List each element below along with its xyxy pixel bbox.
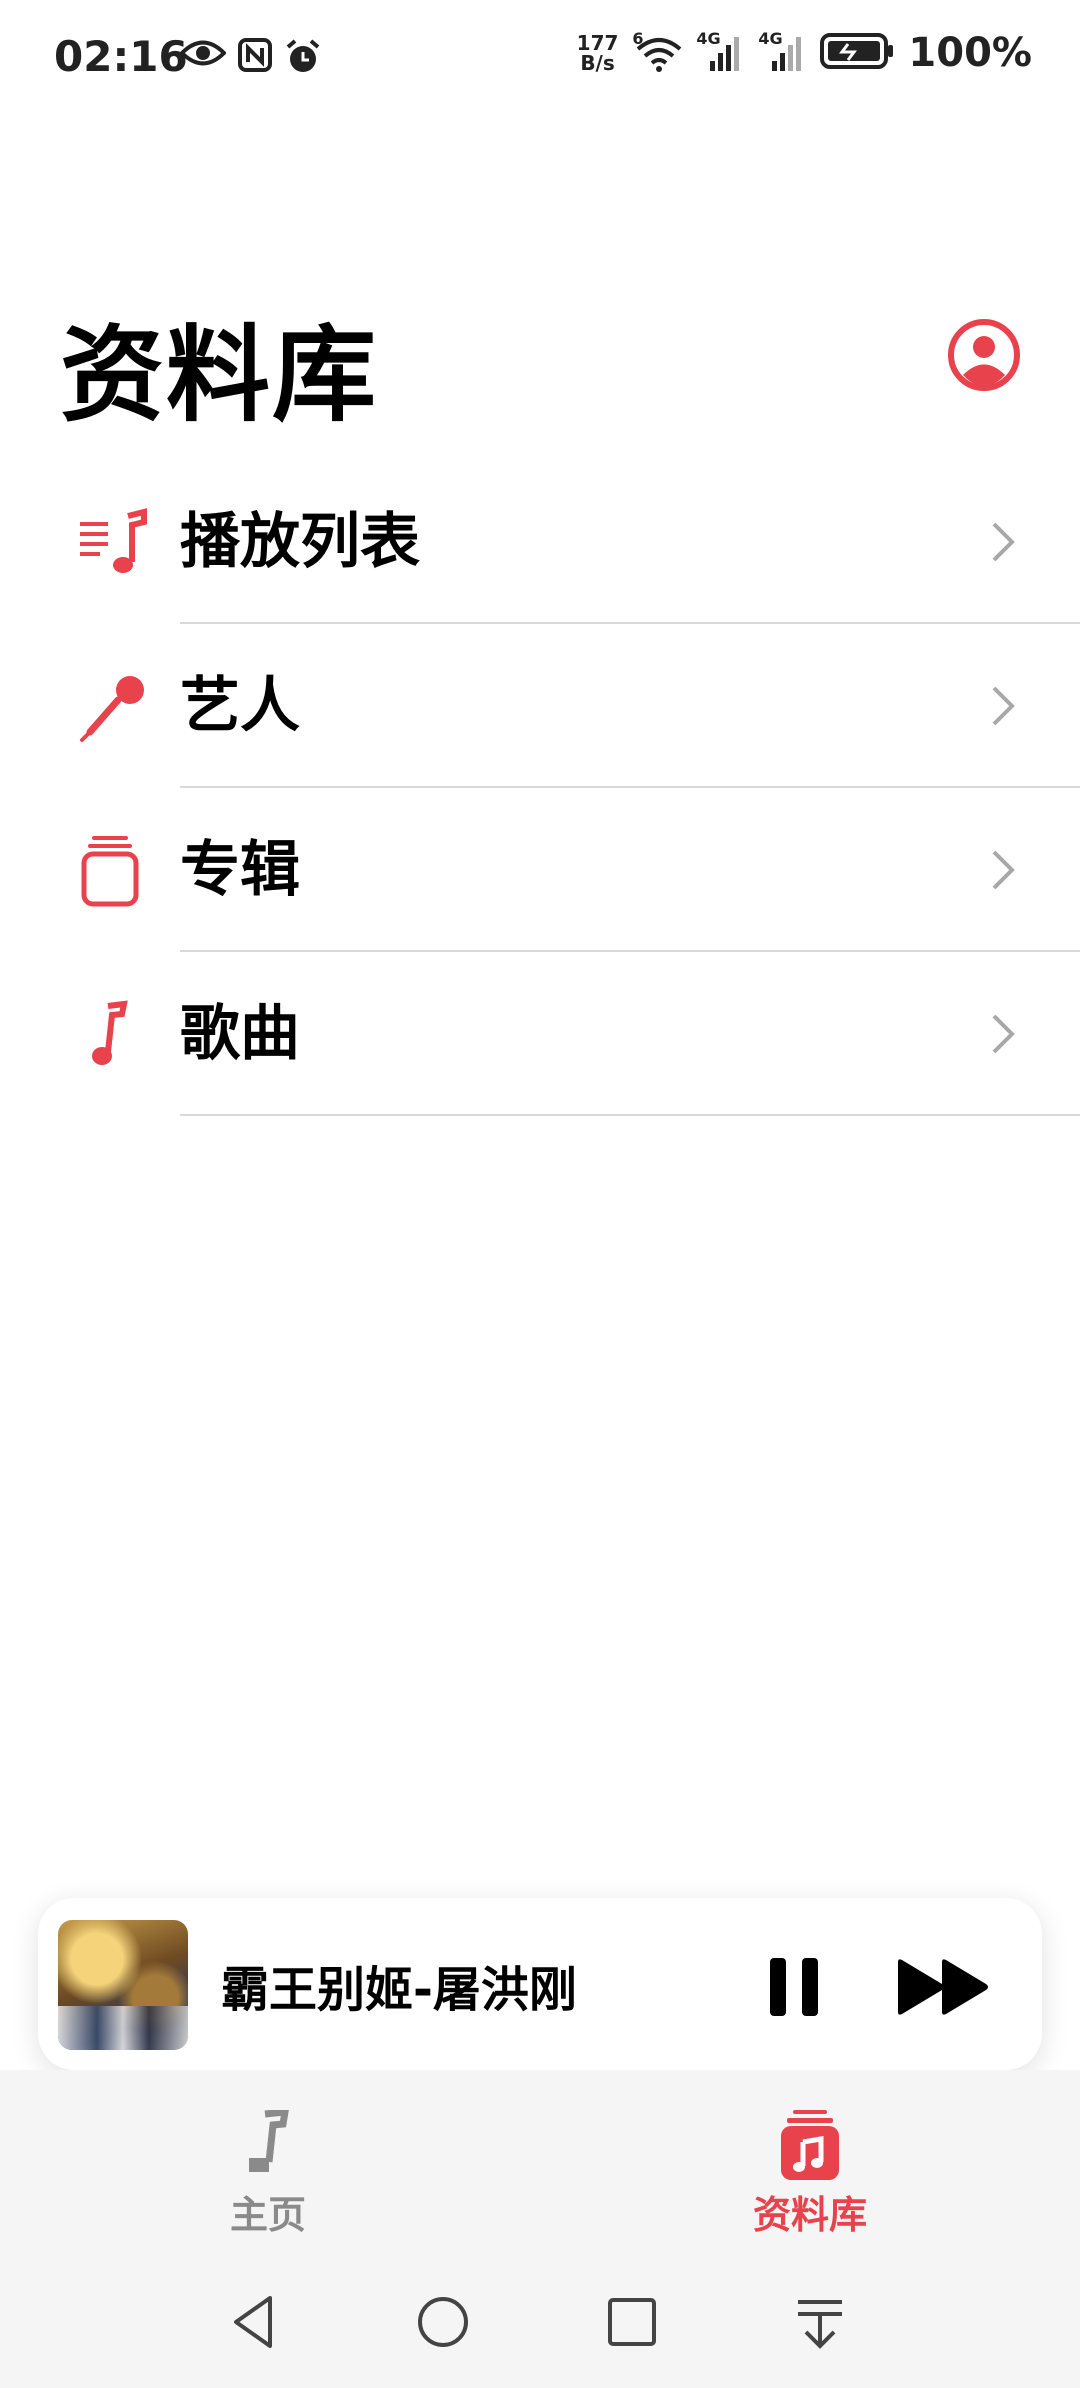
menu-label: 艺人 — [180, 671, 300, 741]
playlist-icon — [78, 508, 150, 580]
album-art-detail — [58, 2006, 188, 2050]
account-button[interactable] — [947, 318, 1021, 392]
home-button[interactable] — [413, 2292, 473, 2352]
status-right: 177 B/s 6 4G 4G 100% — [577, 29, 1032, 76]
chevron-right-icon — [988, 520, 1018, 564]
nfc-icon — [238, 38, 272, 80]
library-menu: 播放列表 艺人 专辑 歌曲 — [0, 460, 1080, 1116]
music-note-icon — [235, 2108, 301, 2180]
menu-label: 专辑 — [180, 835, 300, 905]
account-circle-icon — [948, 319, 1020, 391]
tab-library[interactable]: 资料库 — [660, 2070, 960, 2260]
tab-label: 资料库 — [752, 2193, 867, 2237]
tab-home[interactable]: 主页 — [118, 2070, 418, 2260]
wifi-icon: 6 — [632, 29, 682, 73]
alarm-icon — [284, 38, 322, 80]
library-icon — [777, 2110, 843, 2180]
net-speed-unit: B/s — [580, 51, 615, 75]
next-track-button[interactable] — [896, 1958, 992, 2016]
menu-item-albums[interactable]: 专辑 — [0, 788, 1080, 952]
fast-forward-icon — [898, 1959, 988, 2015]
divider — [180, 1114, 1080, 1116]
recents-icon — [608, 2298, 656, 2346]
notification-pull-icon — [798, 2300, 842, 2349]
chevron-right-icon — [988, 848, 1018, 892]
back-button[interactable] — [226, 2292, 286, 2352]
net-speed: 177 B/s — [577, 33, 619, 73]
eye-icon — [179, 38, 227, 80]
track-title: 霸王别姬-屠洪刚 — [221, 1962, 577, 2018]
recents-button[interactable] — [602, 2292, 662, 2352]
pause-icon — [770, 1958, 818, 2016]
chevron-right-icon — [988, 1012, 1018, 1056]
status-left-icons — [179, 38, 322, 80]
status-bar: 02:16 177 B/s 6 4G 4G 100% — [0, 0, 1080, 120]
home-icon — [418, 2297, 468, 2347]
music-note-icon — [78, 1000, 150, 1072]
tab-bar: 主页 资料库 — [0, 2070, 1080, 2260]
mini-player[interactable]: 霸王别姬-屠洪刚 — [38, 1898, 1042, 2070]
battery-percent: 100% — [908, 30, 1032, 76]
menu-label: 播放列表 — [180, 507, 420, 577]
net-speed-value: 177 — [576, 31, 619, 55]
signal-label-2: 4G — [758, 29, 783, 48]
menu-item-songs[interactable]: 歌曲 — [0, 952, 1080, 1116]
back-icon — [234, 2296, 272, 2348]
status-time: 02:16 — [54, 32, 188, 81]
menu-item-playlists[interactable]: 播放列表 — [0, 460, 1080, 624]
system-navigation-bar — [0, 2260, 1080, 2388]
battery-icon — [820, 32, 894, 74]
tab-label: 主页 — [229, 2193, 306, 2237]
chevron-right-icon — [988, 684, 1018, 728]
notification-pull-button[interactable] — [790, 2292, 850, 2352]
menu-item-artists[interactable]: 艺人 — [0, 624, 1080, 788]
signal-icon-2: 4G — [758, 29, 806, 73]
menu-label: 歌曲 — [180, 999, 300, 1069]
pause-button[interactable] — [766, 1956, 822, 2018]
microphone-icon — [78, 672, 150, 744]
wifi-label: 6 — [632, 29, 644, 48]
signal-icon-1: 4G — [696, 29, 744, 73]
page-title: 资料库 — [60, 314, 379, 436]
album-stack-icon — [78, 836, 150, 908]
signal-label-1: 4G — [696, 29, 721, 48]
album-art — [58, 1920, 188, 2050]
